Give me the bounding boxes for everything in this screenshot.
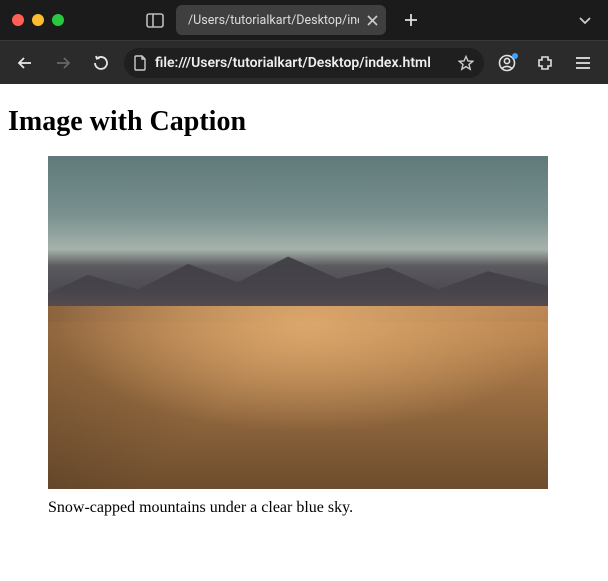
notification-dot-icon <box>512 53 518 59</box>
sidebar-toggle-icon[interactable] <box>146 13 164 28</box>
window-titlebar: /Users/tutorialkart/Desktop/index.ht <box>0 0 608 40</box>
tab-title: /Users/tutorialkart/Desktop/index.ht <box>188 13 359 28</box>
forward-button[interactable] <box>48 48 78 78</box>
figure-caption: Snow-capped mountains under a clear blue… <box>48 499 548 517</box>
tab-close-button[interactable] <box>367 15 378 26</box>
bookmark-star-icon[interactable] <box>458 55 474 71</box>
url-text: file:///Users/tutorialkart/Desktop/index… <box>155 55 450 71</box>
extensions-button[interactable] <box>530 48 560 78</box>
page-content: Image with Caption Snow-capped mountains… <box>0 84 608 581</box>
page-heading: Image with Caption <box>8 106 600 138</box>
back-button[interactable] <box>10 48 40 78</box>
window-minimize-button[interactable] <box>32 14 44 26</box>
browser-tab[interactable]: /Users/tutorialkart/Desktop/index.ht <box>176 5 386 35</box>
figure: Snow-capped mountains under a clear blue… <box>48 156 548 517</box>
landscape-image <box>48 156 548 489</box>
browser-toolbar: file:///Users/tutorialkart/Desktop/index… <box>0 40 608 84</box>
profile-button[interactable] <box>492 48 522 78</box>
file-icon <box>134 55 147 71</box>
window-maximize-button[interactable] <box>52 14 64 26</box>
window-close-button[interactable] <box>12 14 24 26</box>
menu-button[interactable] <box>568 48 598 78</box>
new-tab-button[interactable] <box>398 7 424 33</box>
window-controls <box>12 14 64 26</box>
address-bar[interactable]: file:///Users/tutorialkart/Desktop/index… <box>124 48 484 78</box>
reload-button[interactable] <box>86 48 116 78</box>
tabs-dropdown-button[interactable] <box>574 11 596 29</box>
